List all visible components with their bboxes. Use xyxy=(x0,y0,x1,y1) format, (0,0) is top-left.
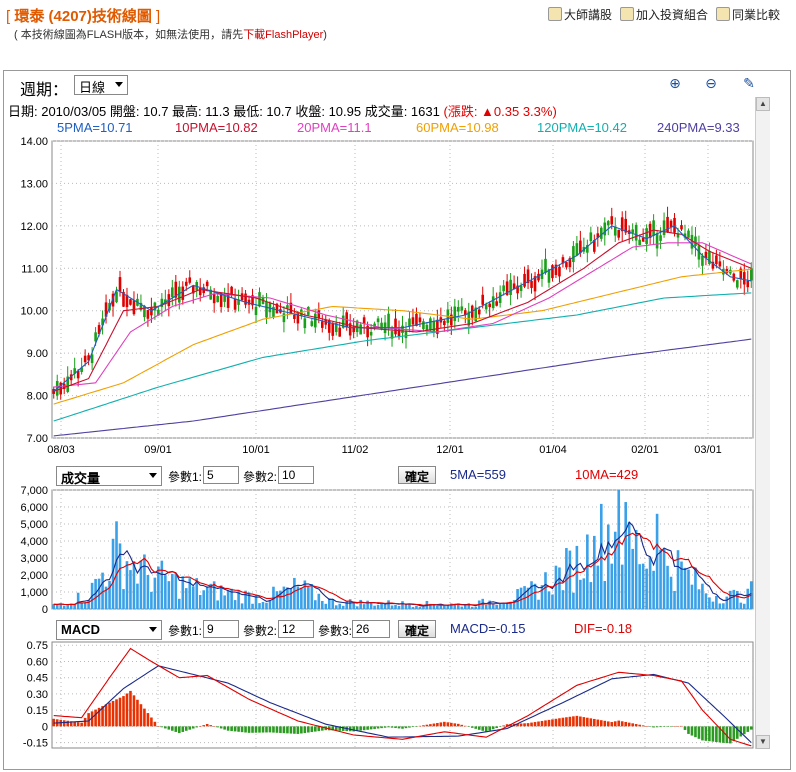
vol-param1-input[interactable]: 5 xyxy=(203,466,239,484)
macd-confirm-button[interactable]: 確定 xyxy=(398,620,437,638)
dif-value-label: DIF=-0.18 xyxy=(574,621,633,636)
ma240-label: 240PMA=9.33 xyxy=(657,120,740,135)
macd-value-label: MACD=-0.15 xyxy=(450,621,526,636)
chevron-down-icon xyxy=(149,627,157,632)
macd-param3-input[interactable]: 26 xyxy=(352,620,390,638)
vol-param1-label: 參數1: xyxy=(168,470,203,484)
download-flash-link[interactable]: 下載FlashPlayer xyxy=(243,29,323,41)
ma10-label: 10PMA=10.82 xyxy=(175,120,258,135)
ma60-label: 60PMA=10.98 xyxy=(416,120,499,135)
macd-param3-label: 參數3: xyxy=(318,624,353,638)
macd-indicator-select[interactable]: MACD xyxy=(56,620,162,640)
chevron-down-icon xyxy=(115,82,123,87)
macd-param2-label: 參數2: xyxy=(243,624,278,638)
chevron-down-icon xyxy=(149,473,157,478)
zoom-in-icon[interactable]: ⊕ xyxy=(666,74,684,92)
zoom-out-icon[interactable]: ⊖ xyxy=(702,74,720,92)
peer-compare-link[interactable]: 同業比較 xyxy=(715,6,780,23)
period-label: 週期： xyxy=(20,82,69,99)
vol-param2-input[interactable]: 10 xyxy=(278,466,314,484)
ma5-label: 5PMA=10.71 xyxy=(57,120,133,135)
ma20-label: 20PMA=11.1 xyxy=(297,120,372,135)
vol-ma10-label: 10MA=429 xyxy=(575,467,639,482)
portfolio-icon xyxy=(619,7,634,21)
scroll-up-icon[interactable]: ▲ xyxy=(756,97,770,111)
ma120-label: 120PMA=10.42 xyxy=(537,120,627,135)
macd-param1-input[interactable]: 9 xyxy=(203,620,239,638)
chart-panel xyxy=(3,70,791,770)
add-portfolio-link[interactable]: 加入投資組合 xyxy=(619,6,708,23)
person-icon xyxy=(547,7,562,21)
header-links: 大師講股 加入投資組合 同業比較 xyxy=(547,6,780,23)
volume-indicator-select[interactable]: 成交量 xyxy=(56,466,162,486)
master-stock-link[interactable]: 大師講股 xyxy=(547,6,612,23)
macd-param2-input[interactable]: 12 xyxy=(278,620,314,638)
flash-note: ( 本技術線圖為FLASH版本，如無法使用，請先下載FlashPlayer) xyxy=(14,29,327,41)
vol-param2-label: 參數2: xyxy=(243,470,278,484)
period-select[interactable]: 日線 xyxy=(74,75,128,95)
pencil-icon[interactable]: ✎ xyxy=(740,74,758,92)
scroll-down-icon[interactable]: ▼ xyxy=(756,735,770,749)
compare-icon xyxy=(715,7,730,21)
quote-info: 日期: 2010/03/05 開盤: 10.7 最高: 11.3 最低: 10.… xyxy=(8,104,557,119)
vertical-scrollbar[interactable]: ▲ ▼ xyxy=(755,97,770,749)
page-title: [ 環泰 (4207)技術線圖 ] xyxy=(6,8,161,25)
macd-param1-label: 參數1: xyxy=(168,624,203,638)
vol-ma5-label: 5MA=559 xyxy=(450,467,507,482)
vol-confirm-button[interactable]: 確定 xyxy=(398,466,437,484)
